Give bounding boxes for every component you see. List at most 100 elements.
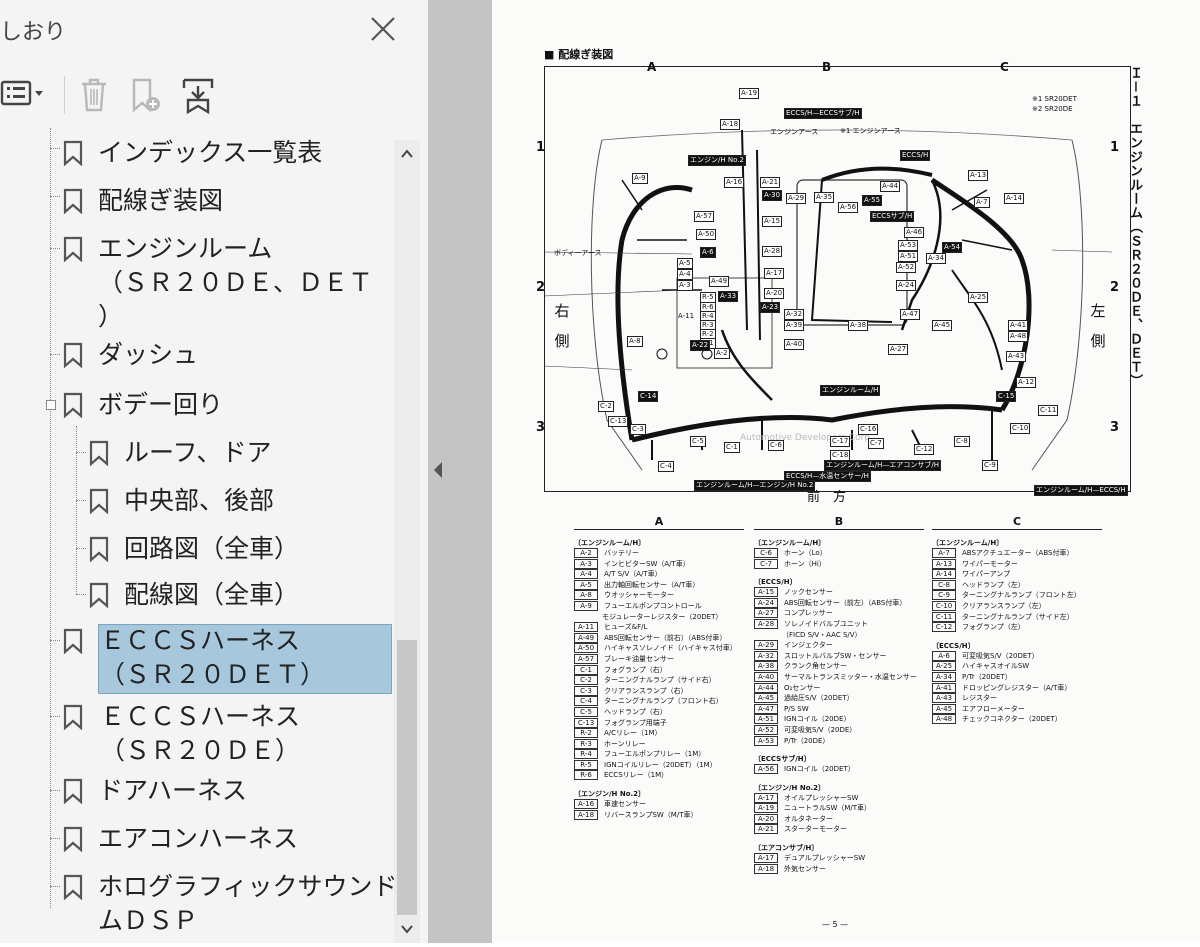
connector-label: A-2 <box>714 348 730 359</box>
connector-label: A-9 <box>632 173 648 184</box>
options-menu-icon[interactable] <box>0 70 48 118</box>
bookmark-icon <box>62 392 84 419</box>
tree-guide-line <box>50 248 60 249</box>
connector-label: A-7 <box>974 197 990 208</box>
bookmark-label: ホログラフィックサウンドシステ ムＤＳＰ <box>98 872 394 935</box>
legend-code: C-5 <box>574 706 598 717</box>
legend-row: A-4 A/T S/V（A/T車） <box>574 569 744 580</box>
legend-code: A-45 <box>932 703 956 714</box>
legend-row: A-56 IGNコイル（20DET） <box>754 764 924 775</box>
legend-row: A-28 ソレノイドバルブユニット <box>754 618 924 630</box>
legend-column-b: B 〔エンジンルーム/H〕 C-6 ホーン（Lo） C-7 ホーン（Hi） 〔ECCS/H… <box>754 515 924 874</box>
bookmark-item[interactable]: ドアハーネス <box>60 774 390 808</box>
bookmark-label: ＥＣＣＳハーネス （ＳＲ２０ＤＥ） <box>100 702 301 765</box>
bookmark-icon <box>88 488 110 515</box>
legend-description: 可変吸気S/V（20DE） <box>784 725 857 734</box>
legend-description: ウオッシャーモーター <box>604 591 674 600</box>
legend-code: R-5 <box>574 759 598 770</box>
connector-label: A-27 <box>888 344 909 355</box>
legend-row: A-5 出力軸回転センサー（A/T車） <box>574 579 744 591</box>
harness-label: エンジンルーム/H—ECCS/H <box>1034 485 1128 496</box>
legend-description: クリアランスランプ（左） <box>962 601 1046 610</box>
legend-code: A-5 <box>574 579 598 590</box>
legend-description: IGNコイルリレー（20DET）（1M） <box>604 760 717 769</box>
scroll-down-icon[interactable] <box>394 915 420 943</box>
legend-description: インヒビターSW（A/T車） <box>604 559 690 568</box>
bookmark-item-selected[interactable]: ＥＣＣＳハーネス （ＳＲ２０ＤＥＴ） <box>60 624 392 694</box>
trash-icon[interactable] <box>74 70 122 118</box>
bookmarks-scrollbar[interactable] <box>394 140 420 943</box>
legend-code: A-51 <box>754 714 778 725</box>
legend-row: A-25 ハイキャスオイルSW <box>932 661 1102 672</box>
tree-guide-line <box>50 354 60 355</box>
connector-label: A-47 <box>900 309 921 320</box>
legend-row: A-24 ABS回転センサー（前左）（ABS付車） <box>754 597 924 609</box>
legend-description: IGNコイル（20DET） <box>784 765 855 774</box>
bookmark-item[interactable]: インデックス一覧表 <box>60 136 390 170</box>
document-viewer[interactable]: ■ 配線ぎ装図 A B C 1 2 3 1 2 3 右 側 左 側 前 方 Ｉ－… <box>492 0 1200 943</box>
legend-description: フューエルポンプリレー（1M） <box>604 750 706 759</box>
connector-label: C-3 <box>630 424 646 435</box>
legend-row: A-47 P/S SW <box>754 703 924 715</box>
tree-guide-line <box>50 790 60 791</box>
legend-code: A-18 <box>574 809 598 820</box>
bookmark-item[interactable]: ダッシュ <box>60 338 390 372</box>
bookmark-item[interactable]: ホログラフィックサウンドシステ ムＤＳＰ <box>60 870 394 940</box>
bookmark-item[interactable]: エアコンハーネス <box>60 822 390 856</box>
legend-row: A-27 コンプレッサー <box>754 608 924 619</box>
collapse-toggle[interactable] <box>46 400 56 410</box>
legend-description: モジュレーターレジスター（20DET） <box>602 612 723 621</box>
bookmark-item[interactable]: 配線図（全車） <box>86 578 386 612</box>
legend-code: C-10 <box>932 600 956 611</box>
bookmark-item[interactable]: ＥＣＣＳハーネス （ＳＲ２０ＤＥ） <box>60 700 390 770</box>
scroll-thumb[interactable] <box>397 640 417 915</box>
legend-row: R-5 IGNコイルリレー（20DET）（1M） <box>574 759 744 771</box>
legend-description: P/S SW <box>784 704 809 713</box>
bookmark-label: ルーフ、ドア <box>124 438 272 467</box>
collapse-panel-icon[interactable] <box>430 458 446 482</box>
find-current-bookmark-icon[interactable] <box>176 70 224 118</box>
bookmark-tree: インデックス一覧表 配線ぎ装図 エンジンルーム （ＳＲ２０ＤＥ、ＤＥＴ ） ダッ… <box>0 128 394 943</box>
legend-row: C-13 フォグランプ用端子 <box>574 717 744 729</box>
connector-label: A-32 <box>784 309 805 320</box>
legend-row: A-32 スロットルバルブSW・センサー <box>754 650 924 662</box>
legend-description: P/Tr（20DET） <box>962 672 1012 681</box>
bookmark-icon <box>62 628 84 655</box>
add-bookmark-icon[interactable] <box>126 70 174 118</box>
bookmark-icon <box>88 536 110 563</box>
legend-code: A-15 <box>754 587 778 598</box>
legend-code: A-7 <box>932 548 956 558</box>
connector-label: A-22 <box>690 340 711 351</box>
legend-code: A-21 <box>754 824 778 835</box>
bookmark-item[interactable]: エンジンルーム （ＳＲ２０ＤＥ、ＤＥＴ ） <box>60 232 390 334</box>
ground-label: エンジンアース <box>770 128 819 136</box>
harness-label: エンジンルーム/H <box>820 385 881 396</box>
close-icon[interactable] <box>366 12 400 46</box>
ground-label: ※1 エンジンアース <box>840 127 901 135</box>
legend-row: R-3 ホーンリレー <box>574 738 744 750</box>
bookmark-item[interactable]: ボデー回り <box>60 388 390 422</box>
legend-section-title: 〔エンジンルーム/H〕 <box>574 539 646 547</box>
panel-splitter[interactable] <box>428 0 492 943</box>
legend-entries: 〔エンジンルーム/H〕 A-2 バッテリー A-3 インヒビターSW（A/T車） A-4 A… <box>574 538 744 820</box>
tree-guide-line <box>76 500 86 501</box>
bookmark-item[interactable]: ルーフ、ドア <box>86 436 386 470</box>
legend-description: オルタネーター <box>784 814 833 823</box>
legend-row: A-43 レジスター <box>932 693 1102 704</box>
connector-label: C-15 <box>996 391 1017 402</box>
legend-code: A-8 <box>574 590 598 601</box>
connector-label: A-46 <box>904 227 925 238</box>
legend-description: ヘッドランプ（左） <box>962 580 1025 589</box>
legend-entries: 〔エンジンルーム/H〕 A-7 ABSアクチュエーター（ABS付車） A-13 ワイパー… <box>932 538 1102 725</box>
connector-label: A-49 <box>709 276 730 287</box>
scroll-up-icon[interactable] <box>394 140 420 168</box>
bookmark-item[interactable]: 配線ぎ装図 <box>60 184 390 218</box>
legend-code: A-19 <box>754 803 778 814</box>
legend-description: ブレーキ油量センサー <box>604 654 674 663</box>
bookmark-icon <box>62 826 84 853</box>
legend-code: A-44 <box>754 682 778 693</box>
harness-label: エンジン/H No.2 <box>688 155 746 166</box>
bookmark-label: エンジンルーム （ＳＲ２０ＤＥ、ＤＥＴ ） <box>98 234 374 331</box>
bookmark-item[interactable]: 回路図（全車） <box>86 532 386 566</box>
bookmark-item[interactable]: 中央部、後部 <box>86 484 386 518</box>
